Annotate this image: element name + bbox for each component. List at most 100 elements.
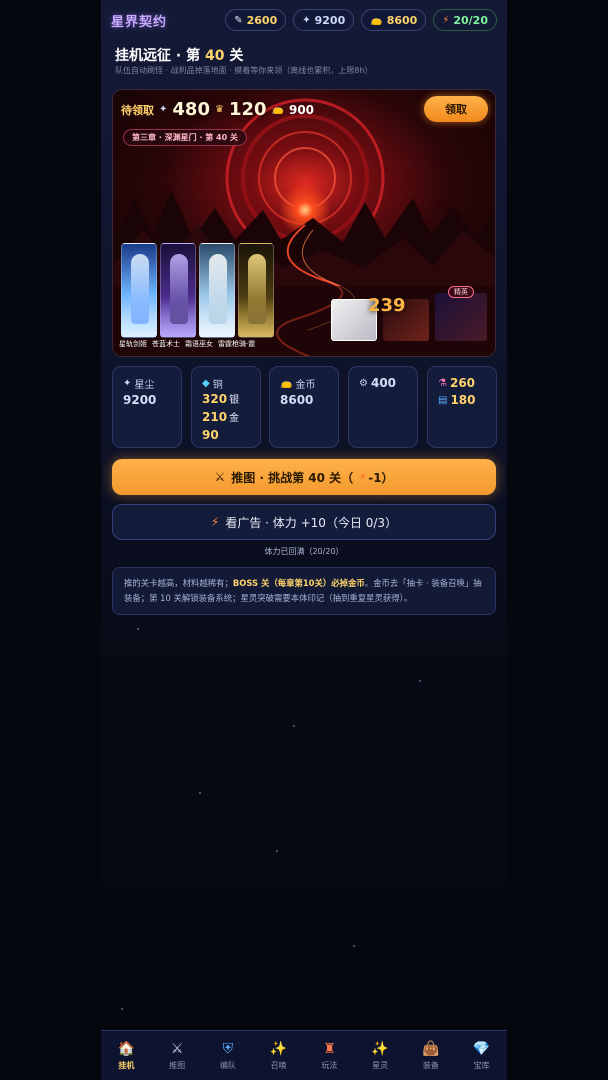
resource-value: 400 — [370, 376, 397, 390]
tip-text: 推的关卡越高，材料越稀有； — [124, 578, 233, 588]
star-decoration — [353, 945, 355, 947]
currency-value: 8600 — [386, 13, 418, 27]
shield-icon: ⛨ — [222, 1040, 234, 1057]
resource-label: 金币 — [295, 380, 316, 391]
nav-label: 装备 — [422, 1060, 439, 1070]
resource-stardust[interactable]: ✦ 星尘 9200 — [112, 366, 182, 448]
damage-number: 239 — [368, 295, 406, 316]
nav-label: 玩法 — [321, 1060, 338, 1070]
nav-label: 推图 — [169, 1060, 186, 1070]
nav-label: 宝库 — [473, 1060, 490, 1070]
resource-label: 星尘 — [134, 380, 155, 391]
top-bar: 星界契约 ✎ 2600 ✦ 9200 👝 8600 ⚡ 20/20 — [101, 0, 507, 40]
crown-icon: ♛ — [214, 104, 224, 115]
app-title: 星界契约 — [111, 14, 168, 30]
hero-card[interactable] — [160, 243, 196, 338]
resource-value: 8600 — [280, 393, 314, 407]
nav-gear[interactable]: 👜 装备 — [406, 1031, 457, 1080]
resource-value: 260 — [449, 376, 476, 390]
push-label: 推图 · 挑战第 40 关（ — [231, 470, 354, 485]
currency-feather[interactable]: ✎ 2600 — [225, 9, 287, 31]
lightning-icon: ⚡ — [359, 471, 367, 483]
book-icon: ▤ — [438, 394, 448, 406]
pending-rewards: 待领取 ✦ 480 ♛ 120 👝 900 — [121, 99, 314, 120]
tip-highlight: BOSS 关（每章第10关）必掉金币 — [232, 578, 365, 588]
chapter-tag: 第三章 · 深渊星门 · 第 40 关 — [123, 129, 247, 146]
gold-label: 金 — [229, 413, 240, 424]
nav-label: 编队 — [219, 1060, 236, 1070]
nav-push[interactable]: ⚔ 推图 — [152, 1031, 203, 1080]
currency-coin[interactable]: 👝 8600 — [361, 9, 427, 31]
currency-bar: ✎ 2600 ✦ 9200 👝 8600 ⚡ 20/20 — [225, 9, 497, 31]
silver-label: 银 — [229, 395, 240, 406]
pending-label: 待领取 — [121, 103, 154, 117]
stamina-status: 体力已回满（20/20） — [264, 547, 344, 556]
hero-name: 星轨剑姬 — [119, 340, 147, 348]
currency-stamina[interactable]: ⚡ 20/20 — [433, 9, 497, 31]
hero-card[interactable] — [238, 243, 274, 338]
money-bag-icon: 👝 — [271, 104, 284, 115]
resource-label: 铜 — [212, 380, 223, 391]
resource-metals[interactable]: ◆ 铜 320 银 210 金 90 — [191, 366, 261, 448]
title-level: 40 — [204, 48, 225, 64]
hero-card[interactable] — [199, 243, 235, 338]
money-bag-icon: 👝 — [370, 14, 383, 26]
sparkle-icon: ✦ — [123, 378, 132, 389]
gem-icon: ◆ — [202, 378, 210, 389]
claim-button[interactable]: 领取 — [424, 96, 488, 122]
hero-name: 雷霆枪骑·霆 — [218, 340, 256, 348]
feather-icon: ✎ — [234, 14, 243, 26]
hero-team — [121, 243, 274, 338]
resource-coin[interactable]: 👝 金币 8600 — [269, 366, 339, 448]
gear-icon: ⚙ — [359, 377, 368, 389]
page-title: 挂机远征 · 第 40 关 — [115, 45, 243, 65]
resource-items[interactable]: ⚗ 260 ▤ 180 — [427, 366, 497, 448]
crossed-swords-icon: ⚔ — [170, 1040, 184, 1057]
hero-card[interactable] — [121, 243, 157, 338]
hero-name: 苍蓝术士 — [152, 340, 180, 348]
star-decoration — [419, 680, 421, 682]
lightning-icon: ⚡ — [442, 14, 450, 26]
resource-gear[interactable]: ⚙ 400 — [348, 366, 418, 448]
currency-value: 2600 — [246, 13, 278, 27]
tower-icon: ♜ — [323, 1040, 336, 1057]
bottom-nav: 🏠 挂机 ⚔ 推图 ⛨ 编队 ✨ 召唤 ♜ 玩法 ✨ 星灵 👜 装备 💎 宝库 — [101, 1030, 507, 1080]
gold-value: 90 — [202, 428, 219, 442]
nav-idle[interactable]: 🏠 挂机 — [101, 1031, 152, 1080]
nav-team[interactable]: ⛨ 编队 — [203, 1031, 254, 1080]
enemy-group — [331, 293, 487, 341]
house-icon: 🏠 — [117, 1040, 136, 1057]
star-decoration — [121, 1008, 123, 1010]
title-suffix: 关 — [229, 48, 244, 64]
watch-ad-button[interactable]: ⚡ 看广告 · 体力 +10（今日 0/3） — [112, 504, 496, 540]
nav-label: 召唤 — [270, 1060, 287, 1070]
star-decoration — [137, 628, 139, 630]
app-frame: 星界契约 ✎ 2600 ✦ 9200 👝 8600 ⚡ 20/20 挂机远征 ·… — [101, 0, 507, 1080]
nav-modes[interactable]: ♜ 玩法 — [304, 1031, 355, 1080]
star-decoration — [276, 850, 278, 852]
pending-gold: 900 — [288, 102, 315, 117]
nav-label: 挂机 — [118, 1060, 135, 1070]
potion-icon: ⚗ — [438, 377, 447, 389]
nav-spirits[interactable]: ✨ 星灵 — [355, 1031, 406, 1080]
sparkle-icon: ✦ — [302, 14, 311, 26]
page-subtitle: 队伍自动刷怪 · 战利品掉落地面 · 摸着等你来领（离线也累积，上限8h） — [115, 66, 373, 75]
nav-label: 星灵 — [372, 1060, 389, 1070]
gem-icon: 💎 — [472, 1040, 491, 1057]
sparkle-icon: ✦ — [159, 104, 168, 115]
sparkles-icon: ✨ — [269, 1040, 288, 1057]
currency-value: 20/20 — [453, 13, 488, 27]
currency-stardust[interactable]: ✦ 9200 — [293, 9, 355, 31]
elite-badge: 精英 — [448, 286, 474, 298]
ad-label: 看广告 · 体力 +10（今日 0/3） — [225, 515, 398, 530]
hero-names: 星轨剑姬 苍蓝术士 霜语巫女 雷霆枪骑·霆 — [119, 339, 255, 349]
title-prefix: 挂机远征 · 第 — [115, 48, 201, 64]
nav-summon[interactable]: ✨ 召唤 — [253, 1031, 304, 1080]
push-stage-button[interactable]: ⚔ 推图 · 挑战第 40 关（ ⚡ -1） — [112, 459, 496, 495]
copper-value: 320 — [202, 392, 228, 406]
nav-vault[interactable]: 💎 宝库 — [456, 1031, 507, 1080]
enemy-wolf-elite[interactable] — [435, 293, 487, 341]
currency-value: 9200 — [314, 13, 346, 27]
silver-value: 210 — [202, 410, 228, 424]
lightning-icon: ⚡ — [210, 515, 220, 529]
